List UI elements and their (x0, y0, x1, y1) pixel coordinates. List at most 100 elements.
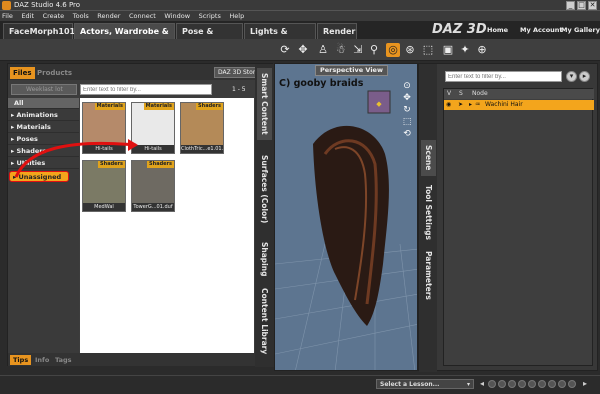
content-tabs: Files Products DAZ 3D Store (8, 64, 274, 80)
thumb-badge: Shaders (196, 103, 223, 110)
title-bar: DAZ Studio 4.6 Pro _ □ ✕ (0, 0, 600, 11)
menu-help[interactable]: Help (229, 11, 244, 21)
page-indicator: 1 - 5 (232, 86, 246, 93)
lesson-step-dot[interactable] (508, 380, 516, 388)
rotate-view-icon[interactable]: ↻ (401, 104, 413, 116)
tab-actors-wardrobe-props[interactable]: Actors, Wardrobe & Props (74, 23, 175, 52)
lesson-step-dot[interactable] (518, 380, 526, 388)
scene-header: V S Node (444, 89, 594, 99)
region-icon[interactable]: ◎ (386, 43, 400, 57)
thumb-label: MedWal ...01.duf (83, 203, 125, 211)
reset-view-icon[interactable]: ⟲ (401, 128, 413, 140)
lesson-select[interactable]: Select a Lesson... ▾ (376, 379, 474, 389)
my-account-link[interactable]: My Account (520, 26, 563, 34)
menu-connect[interactable]: Connect (129, 11, 156, 21)
tab-tags[interactable]: Tags (52, 355, 75, 365)
home-link[interactable]: Home (487, 26, 508, 34)
category-label: Animations (16, 111, 58, 119)
pan-icon[interactable]: ✥ (401, 92, 413, 104)
tab-smart-content[interactable]: Smart Content (257, 68, 272, 140)
content-panel: Files Products DAZ 3D Store Weeklast lot… (7, 63, 274, 367)
menu-scripts[interactable]: Scripts (199, 11, 221, 21)
orbit-icon[interactable]: ⊛ (403, 43, 417, 57)
tab-info[interactable]: Info (32, 355, 52, 365)
menu-tools[interactable]: Tools (73, 11, 89, 21)
tab-facemorph[interactable]: FaceMorph101 (3, 23, 75, 39)
viewport-nav-controls: ⊙ ✥ ↻ ⬚ ⟲ (401, 80, 413, 155)
tab-shaping[interactable]: Shaping (257, 238, 272, 280)
camera-icon[interactable]: ▣ (441, 43, 455, 57)
menu-render[interactable]: Render (97, 11, 120, 21)
tab-tips[interactable]: Tips (10, 355, 32, 365)
window-title: DAZ Studio 4.6 Pro (14, 1, 81, 9)
content-side-tabs: Smart Content Surfaces (Color) Shaping C… (255, 64, 274, 367)
lesson-step-dot[interactable] (568, 380, 576, 388)
chevron-down-icon: ▾ (466, 381, 470, 388)
figure-icon[interactable]: ♙ (316, 43, 330, 57)
tab-products[interactable]: Products (34, 67, 75, 79)
menu-bar: File Edit Create Tools Render Connect Wi… (0, 11, 600, 21)
lesson-step-dot[interactable] (548, 380, 556, 388)
frame-icon[interactable]: ⬚ (401, 116, 413, 128)
node-icon[interactable]: ⚲ (367, 43, 381, 57)
close-button[interactable]: ✕ (588, 1, 597, 10)
red-arrow-annotation (14, 139, 138, 178)
scene-menu-button[interactable]: ▾ (566, 71, 577, 82)
scene-options-button[interactable]: ▸ (579, 71, 590, 82)
scene-tree: V S Node ◉ ➤ ▸ ♒ Wachini Hair (443, 88, 594, 366)
lesson-step-dot[interactable] (558, 380, 566, 388)
pointer-icon[interactable]: ➤ (458, 100, 463, 110)
scene-panel: Scene Tool Settings Parameters ▾ ▸ V S N… (418, 63, 598, 372)
lesson-step-dot[interactable] (528, 380, 536, 388)
expand-icon[interactable]: ▸ (469, 100, 472, 110)
scene-side-tabs: Scene Tool Settings Parameters (419, 64, 437, 372)
scale-icon[interactable]: ⇲ (351, 43, 365, 57)
lesson-step-dot[interactable] (498, 380, 506, 388)
lesson-next-icon[interactable]: ▸ (580, 379, 590, 389)
thumb-label: TowerG...01.duf (132, 203, 174, 211)
tab-files[interactable]: Files (10, 67, 35, 79)
tab-pose-animate[interactable]: Pose & Animate (176, 23, 243, 52)
app-icon (2, 1, 11, 10)
thumb-badge: Materials (94, 103, 125, 110)
column-node: Node (472, 90, 488, 97)
content-filter-input[interactable] (80, 84, 212, 95)
column-visible: V (447, 90, 452, 97)
lesson-prev-icon[interactable]: ◂ (477, 379, 487, 389)
tab-tool-settings[interactable]: Tool Settings (421, 182, 436, 244)
minimize-button[interactable]: _ (566, 1, 575, 10)
category-all[interactable]: All (8, 98, 79, 109)
zoom-icon[interactable]: ⊙ (401, 80, 413, 92)
lesson-step-dot[interactable] (488, 380, 496, 388)
lesson-step-dot[interactable] (538, 380, 546, 388)
lesson-label: Select a Lesson... (380, 381, 440, 388)
menu-window[interactable]: Window (164, 11, 190, 21)
menu-edit[interactable]: Edit (21, 11, 34, 21)
scene-filter-input[interactable] (445, 71, 562, 82)
scene-node-row[interactable]: ◉ ➤ ▸ ♒ Wachini Hair (444, 100, 594, 110)
hair-icon: ♒ (475, 101, 481, 108)
pose-icon[interactable]: ☃ (334, 43, 348, 57)
maximize-button[interactable]: □ (577, 1, 586, 10)
tab-lights-cameras[interactable]: Lights & Cameras (244, 23, 316, 52)
render-icon[interactable]: ✦ (458, 43, 472, 57)
move-icon[interactable]: ✥ (296, 43, 310, 57)
my-gallery-link[interactable]: My Gallery (561, 26, 600, 34)
category-select[interactable]: Weeklast lot (11, 84, 77, 95)
thumb-badge: Materials (143, 103, 174, 110)
thumb-clothtric[interactable]: Shaders ClothTric...e1.01.duf (180, 102, 224, 154)
main-tab-bar: FaceMorph101 Actors, Wardrobe & Props Po… (0, 21, 600, 52)
select-icon[interactable]: ⬚ (421, 43, 435, 57)
daz-logo: DAZ 3D (432, 22, 487, 37)
tab-render[interactable]: Render (317, 23, 357, 39)
rotate-icon[interactable]: ⟳ (278, 43, 292, 57)
viewport[interactable]: Perspective View C) gooby braids ◆ ⊙ ✥ ↻… (274, 63, 418, 371)
eye-icon[interactable]: ◉ (446, 100, 451, 110)
tab-content-library[interactable]: Content Library (257, 284, 272, 358)
menu-create[interactable]: Create (43, 11, 65, 21)
spot-render-icon[interactable]: ⊕ (475, 43, 489, 57)
tab-scene[interactable]: Scene (421, 140, 436, 176)
tab-surfaces-color[interactable]: Surfaces (Color) (257, 144, 272, 234)
tab-parameters[interactable]: Parameters (421, 248, 436, 302)
menu-file[interactable]: File (2, 11, 13, 21)
